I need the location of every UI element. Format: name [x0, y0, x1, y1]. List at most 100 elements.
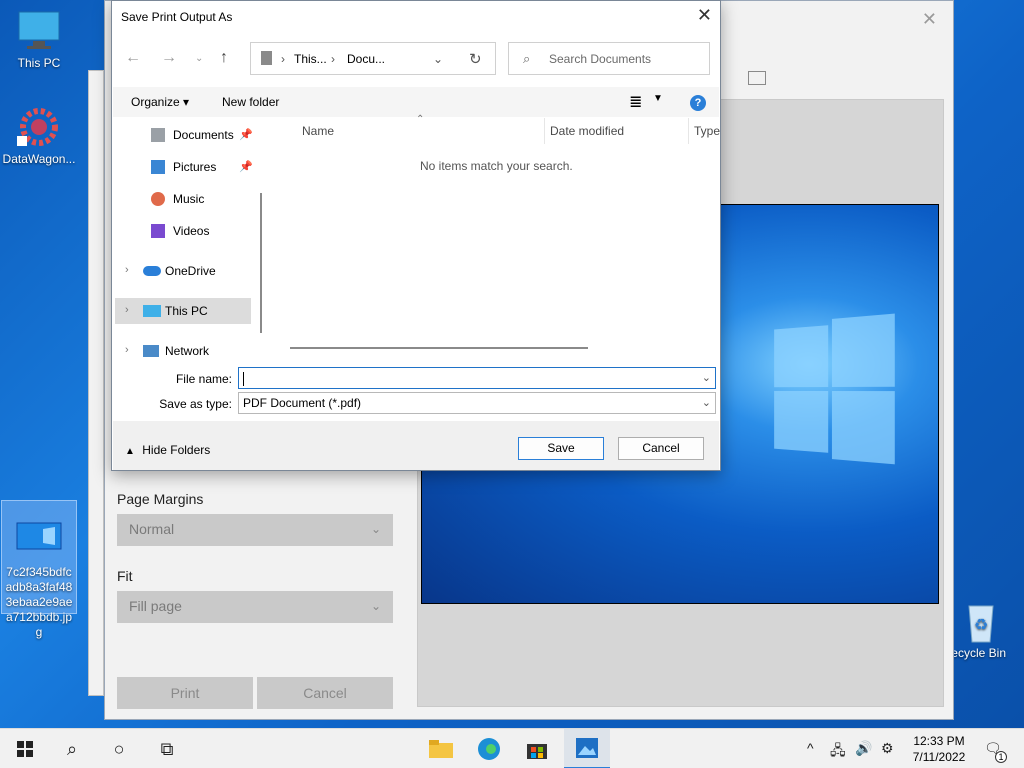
- expand-chevron-icon[interactable]: ›: [125, 264, 129, 276]
- address-bar[interactable]: › This... › Docu... ⌄ ↻: [250, 42, 496, 75]
- address-chevron-icon[interactable]: ⌄: [433, 52, 443, 66]
- close-icon[interactable]: ✕: [922, 9, 937, 30]
- tree-item-this-pc[interactable]: › This PC: [115, 298, 251, 324]
- save-as-type-dropdown[interactable]: PDF Document (*.pdf) ⌄: [238, 392, 716, 414]
- file-list-scrollbar[interactable]: [290, 347, 588, 349]
- fit-to-window-icon[interactable]: [748, 71, 766, 85]
- desktop-icon-label: This PC: [17, 56, 61, 70]
- back-arrow-icon[interactable]: ←: [125, 49, 141, 67]
- column-header-date-modified[interactable]: Date modified: [550, 124, 624, 138]
- photos-app-icon[interactable]: [564, 729, 610, 768]
- page-margins-dropdown[interactable]: Normal ⌄: [117, 514, 393, 546]
- print-cancel-button[interactable]: Cancel: [257, 677, 393, 709]
- help-icon[interactable]: ?: [690, 95, 706, 111]
- file-name-label: File name:: [175, 372, 232, 386]
- system-clock[interactable]: 12:33 PM 7/11/2022: [904, 733, 974, 765]
- windows-logo-icon: [774, 313, 897, 465]
- hide-folders-label: Hide Folders: [142, 443, 211, 457]
- view-options-icon[interactable]: ≣: [629, 92, 642, 112]
- page-margins-value: Normal: [129, 521, 175, 537]
- recycle-bin-icon: ♻: [957, 600, 1005, 643]
- column-header-name[interactable]: Name: [302, 124, 334, 138]
- file-explorer-icon[interactable]: [418, 729, 464, 768]
- cancel-button[interactable]: Cancel: [618, 437, 704, 460]
- pin-icon: 📌: [239, 129, 253, 141]
- fit-label: Fit: [117, 568, 133, 584]
- network-status-icon[interactable]: 🖧: [830, 740, 846, 764]
- organize-button[interactable]: Organize ▾: [131, 95, 189, 109]
- tree-scrollbar[interactable]: [260, 193, 262, 333]
- new-folder-button[interactable]: New folder: [222, 95, 279, 109]
- column-separator: [688, 118, 689, 144]
- desktop-icon-label: 7c2f345bdfcadb8a3faf483ebaa2e9aea712bbdb…: [5, 565, 73, 639]
- chevron-down-icon[interactable]: ⌄: [702, 371, 711, 384]
- tree-item-network[interactable]: › Network: [115, 338, 251, 364]
- tree-item-label: OneDrive: [165, 264, 216, 278]
- print-button[interactable]: Print: [117, 677, 253, 709]
- refresh-icon[interactable]: ↻: [469, 50, 482, 68]
- hide-folders-button[interactable]: ▲ Hide Folders: [125, 443, 210, 457]
- view-chevron-icon[interactable]: ▼: [653, 93, 663, 104]
- tree-item-label: Music: [173, 192, 205, 206]
- chevron-down-icon: ⌄: [370, 522, 381, 536]
- tree-item-music[interactable]: Music: [115, 186, 251, 212]
- clock-time: 12:33 PM: [913, 734, 965, 748]
- command-bar: Organize ▾ New folder ≣ ▼ ?: [113, 87, 719, 117]
- recent-chevron-icon[interactable]: ⌄: [195, 53, 203, 64]
- search-icon[interactable]: ⌕: [49, 729, 95, 768]
- tree-item-videos[interactable]: Videos: [115, 218, 251, 244]
- column-header-type[interactable]: Type: [694, 124, 720, 138]
- show-hidden-icons-chevron[interactable]: ^: [807, 740, 814, 756]
- volume-icon[interactable]: 🔊: [855, 740, 872, 757]
- save-as-type-label: Save as type:: [159, 397, 232, 411]
- task-view-icon[interactable]: ⧉: [144, 729, 190, 768]
- breadcrumb-documents[interactable]: Docu...: [347, 52, 385, 66]
- desktop-icon-this-pc[interactable]: This PC: [1, 10, 77, 71]
- dialog-close-icon[interactable]: ✕: [697, 5, 712, 26]
- windows-start-icon: [17, 741, 33, 757]
- organize-label: Organize: [131, 95, 180, 109]
- videos-icon: [151, 224, 165, 238]
- chevron-down-icon: ⌄: [701, 397, 711, 409]
- start-button[interactable]: [2, 729, 48, 768]
- fit-value: Fill page: [129, 598, 182, 614]
- page-margins-label: Page Margins: [117, 491, 204, 507]
- expand-chevron-icon[interactable]: ›: [125, 304, 129, 316]
- documents-icon: [151, 128, 165, 142]
- desktop-icon-jpg-file[interactable]: 7c2f345bdfcadb8a3faf483ebaa2e9aea712bbdb…: [1, 500, 77, 639]
- dialog-title: Save Print Output As: [121, 10, 233, 24]
- documents-folder-icon: [261, 51, 272, 65]
- tree-item-label: This PC: [165, 304, 208, 318]
- desktop-icon-datawagon[interactable]: DataWagon...: [1, 106, 77, 167]
- datawagon-gear-icon: [15, 106, 63, 148]
- breadcrumb-separator-icon: ›: [331, 52, 335, 66]
- chevron-down-icon: ⌄: [370, 599, 381, 613]
- taskbar: ⌕ ○ ⧉ ^ 🖧 🔊 ⚙ 12:33 PM 7/11/2022 🗨 1: [0, 728, 1024, 768]
- pictures-icon: [151, 160, 165, 174]
- up-arrow-icon[interactable]: ↑: [220, 49, 228, 67]
- search-box[interactable]: ⌕ Search Documents: [508, 42, 710, 75]
- this-pc-icon: [143, 305, 161, 317]
- sort-up-icon: ⌃: [416, 114, 425, 125]
- file-name-input[interactable]: ⌄: [238, 367, 716, 389]
- cortana-icon[interactable]: ○: [96, 729, 142, 768]
- svg-text:♻: ♻: [974, 615, 988, 634]
- breadcrumb-this-pc[interactable]: This...: [294, 52, 327, 66]
- tree-item-onedrive[interactable]: › OneDrive: [115, 258, 251, 284]
- save-as-type-value: PDF Document (*.pdf): [243, 396, 362, 410]
- tree-item-documents[interactable]: Documents 📌: [115, 122, 253, 148]
- expand-chevron-icon[interactable]: ›: [125, 344, 129, 356]
- tree-item-pictures[interactable]: Pictures 📌: [115, 154, 253, 180]
- save-button[interactable]: Save: [518, 437, 604, 460]
- clock-date: 7/11/2022: [912, 750, 966, 764]
- fit-dropdown[interactable]: Fill page ⌄: [117, 591, 393, 623]
- column-separator: [544, 118, 545, 144]
- notification-count-badge: 1: [995, 751, 1007, 763]
- tree-item-label: Documents: [173, 128, 234, 142]
- edge-browser-icon[interactable]: [466, 729, 512, 768]
- search-input[interactable]: Search Documents: [549, 52, 651, 66]
- desktop-icon-label: DataWagon...: [2, 152, 76, 166]
- forward-arrow-icon[interactable]: →: [161, 49, 177, 67]
- store-icon[interactable]: [514, 729, 560, 768]
- settings-gear-icon[interactable]: ⚙: [881, 740, 894, 757]
